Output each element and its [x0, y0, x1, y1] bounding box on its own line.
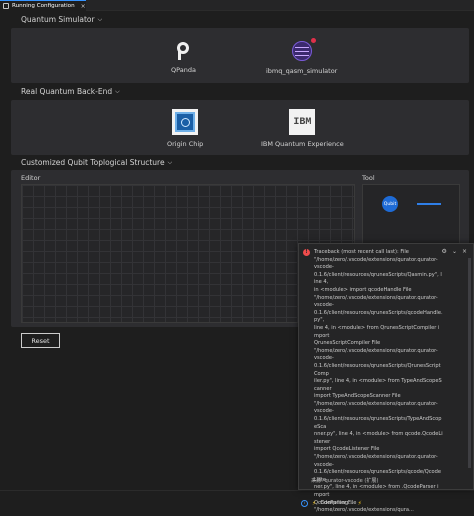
error-message-line: "/home/zero/.vscode/extensions/qurator.q…	[314, 400, 438, 407]
tab-close-button[interactable]: ×	[81, 3, 86, 10]
simulator-ibmq[interactable]: ibmq_qasm_simulator	[266, 38, 338, 75]
ibm-logo-icon: IBM	[289, 109, 316, 135]
simulator-panel: QPanda ibmq_qasm_simulator	[11, 28, 469, 83]
gear-icon[interactable]: ⚙	[442, 248, 447, 255]
error-message-line: 0.1.6/client/resources/qrunesScripts/Qru…	[314, 362, 441, 377]
qubit-tool[interactable]: Qubit	[382, 196, 398, 212]
close-icon[interactable]: ×	[462, 248, 467, 255]
backend-origin-chip[interactable]: Origin Chip	[167, 109, 203, 148]
status-text: Compiling...	[320, 500, 354, 506]
section-title: Real Quantum Back-End	[21, 87, 113, 96]
simulator-label: ibmq_qasm_simulator	[266, 67, 338, 75]
error-message-line: line 4, in <module> from QrunesScriptCom…	[314, 324, 440, 339]
backend-label: IBM Quantum Experience	[261, 140, 344, 148]
error-message-line: 0.1.6/client/resources/qrunesScripts/qco…	[314, 309, 443, 324]
error-message-line: "/home/zero/.vscode/extensions/qurator.q…	[314, 294, 438, 301]
error-message-line: import QcodeListener File	[314, 446, 380, 453]
section-title: Quantum Simulator	[21, 15, 95, 24]
error-message-line: vscode-	[314, 408, 334, 415]
error-message-line: Traceback (most recent call last): File	[314, 249, 409, 255]
error-message-line: iler.py", line 4, in <module> from TypeA…	[314, 378, 442, 392]
backend-label: Origin Chip	[167, 140, 204, 148]
error-message-line: vscode-	[314, 302, 334, 309]
chevron-down-icon[interactable]: ⌵	[98, 16, 103, 24]
error-message-line: 0.1.6/client/resources/qrunesScripts/Typ…	[314, 416, 442, 430]
status-bar: i ⚡ Compiling... ⚡	[298, 494, 474, 512]
error-message-line: "/home/zero/.vscode/extensions/qurator.q…	[314, 454, 438, 461]
lightning-icon: ⚡	[357, 499, 362, 507]
tool-label: Tool	[362, 174, 375, 182]
error-message-line: import TypeAndScopeScanner File	[314, 393, 401, 400]
error-message-line: "/home/zero/.vscode/extensions/qurator.q…	[314, 347, 438, 354]
selected-indicator-icon	[310, 38, 316, 43]
origin-chip-icon	[172, 109, 199, 135]
error-message-line: vscode-	[314, 461, 334, 468]
backend-ibm[interactable]: IBM IBM Quantum Experience	[261, 109, 344, 148]
error-message-line: 0.1.6/client/resources/qrunesScripts/Qas…	[314, 271, 442, 286]
error-message-line: "/home/zero/.vscode/extensions/qurator.q…	[314, 256, 438, 263]
error-message-line: QrunesScriptCompiler File	[314, 340, 381, 347]
editor-tab-bar: Running Configuration ×	[0, 0, 474, 11]
section-title: Customized Qubit Toplogical Structure	[21, 158, 165, 167]
tab-label: Running Configuration	[12, 3, 75, 9]
info-icon[interactable]: i	[301, 499, 308, 507]
backend-panel: Origin Chip IBM IBM Quantum Experience	[11, 100, 469, 155]
section-topology[interactable]: Customized Qubit Toplogical Structure ⌵	[21, 158, 172, 167]
error-message-line: nner.py", line 4, in <module> from qcode…	[314, 431, 443, 445]
simulator-label: QPanda	[171, 66, 196, 74]
preview-icon	[3, 3, 9, 9]
error-icon: !	[303, 249, 310, 256]
section-real-backend[interactable]: Real Quantum Back-End ⌵	[21, 87, 120, 96]
qpanda-logo-icon	[176, 42, 190, 60]
chevron-down-icon[interactable]: ⌄	[452, 248, 457, 255]
tab-running-configuration[interactable]: Running Configuration ×	[0, 0, 86, 11]
lightning-icon: ⚡	[312, 499, 317, 507]
connection-line-tool[interactable]	[417, 203, 441, 205]
chevron-down-icon[interactable]: ⌵	[168, 159, 173, 167]
editor-label: Editor	[21, 174, 41, 182]
simulator-qpanda[interactable]: QPanda	[171, 42, 196, 74]
error-message: Traceback (most recent call last): File "…	[314, 249, 443, 515]
notification-scrollbar[interactable]	[468, 258, 471, 468]
ibmq-globe-icon	[291, 38, 316, 61]
error-message-line: vscode-	[314, 355, 334, 362]
chevron-down-icon[interactable]: ⌵	[115, 88, 120, 96]
section-quantum-simulator[interactable]: Quantum Simulator ⌵	[21, 15, 102, 24]
error-message-line: vscode-	[314, 264, 334, 271]
error-notification: ! Traceback (most recent call last): Fil…	[298, 243, 474, 513]
reset-button[interactable]: Reset	[21, 333, 60, 348]
notification-source: 来源: qurator-vscode (扩展)	[311, 478, 379, 484]
error-message-line: in <module> import qcodeHandle File	[314, 286, 412, 293]
